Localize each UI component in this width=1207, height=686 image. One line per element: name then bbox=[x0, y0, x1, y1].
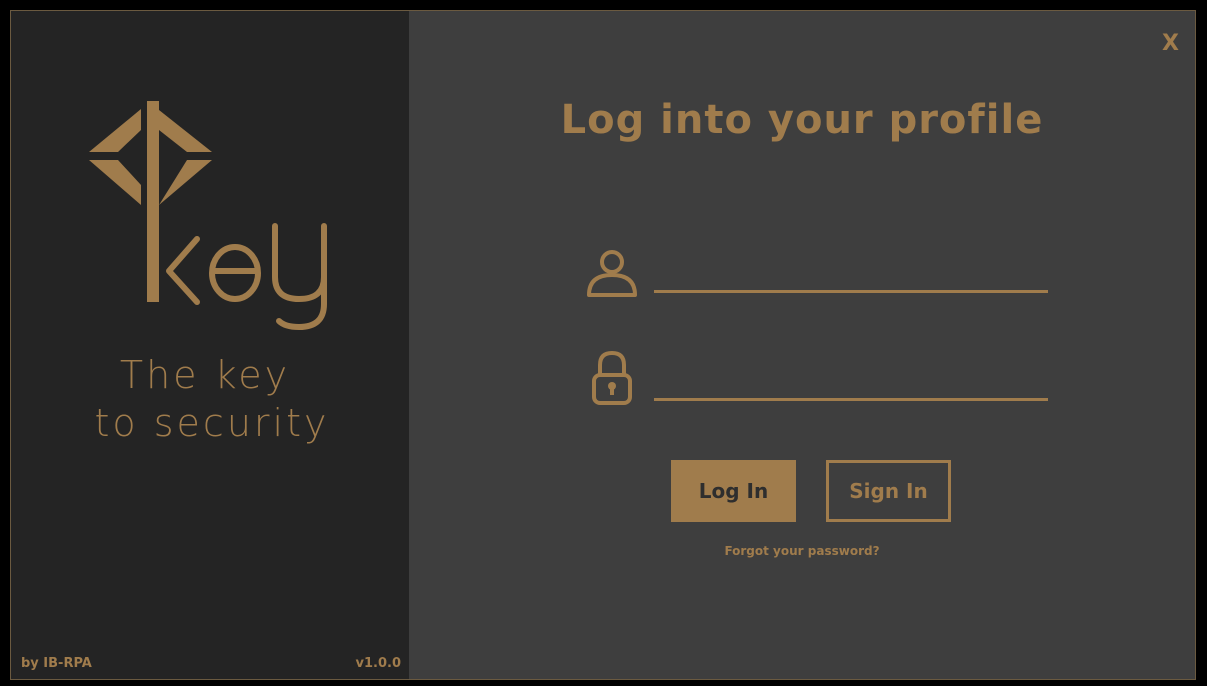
author-label: by IB-RPA bbox=[21, 656, 92, 671]
tagline-line-1: The key bbox=[119, 353, 291, 397]
key-logo-icon bbox=[89, 101, 327, 331]
version-label: v1.0.0 bbox=[355, 656, 402, 671]
username-row bbox=[584, 243, 1054, 299]
login-button[interactable]: Log In bbox=[671, 460, 796, 522]
login-panel: X Log into your profile Log In Sign In F… bbox=[409, 11, 1195, 679]
page-title: Log into your profile bbox=[560, 97, 1044, 143]
close-button[interactable]: X bbox=[1162, 31, 1179, 57]
username-input[interactable] bbox=[654, 249, 1048, 293]
forgot-password-link[interactable]: Forgot your password? bbox=[409, 544, 1195, 558]
user-icon bbox=[587, 250, 637, 297]
password-input[interactable] bbox=[654, 357, 1048, 401]
signin-button[interactable]: Sign In bbox=[826, 460, 951, 522]
password-row bbox=[584, 351, 1054, 407]
brand-panel: The key to security by IB-RPA v1.0.0 bbox=[11, 11, 409, 679]
tagline: The key to security bbox=[11, 351, 409, 447]
login-window: The key to security by IB-RPA v1.0.0 X L… bbox=[10, 10, 1196, 680]
lock-icon bbox=[592, 351, 632, 405]
tagline-line-2: to security bbox=[94, 401, 330, 445]
